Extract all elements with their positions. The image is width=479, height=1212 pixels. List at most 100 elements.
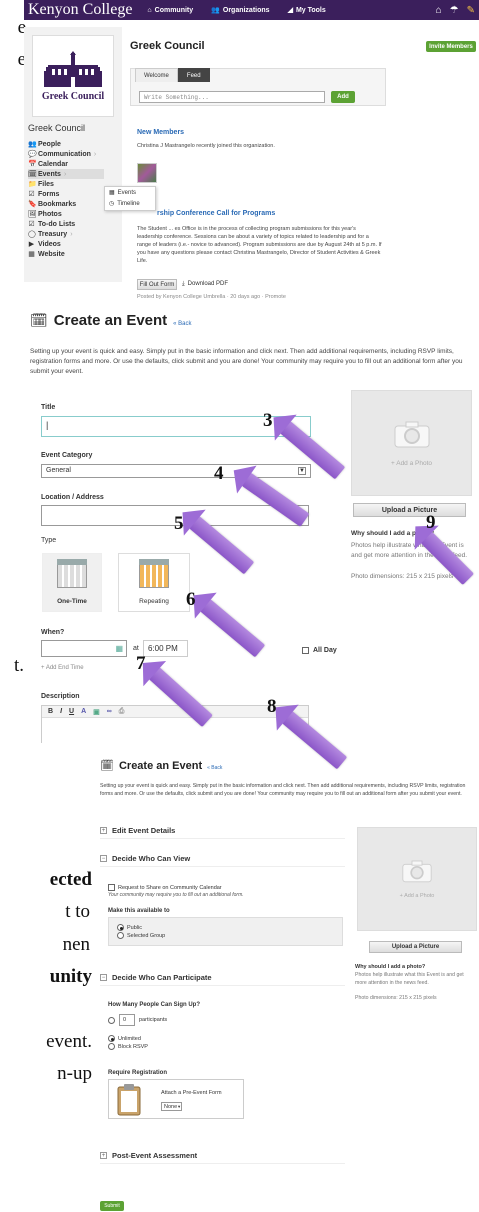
form-icon: ☑	[28, 191, 35, 198]
new-members-heading[interactable]: New Members	[137, 129, 184, 136]
category-select[interactable]: General ▼	[41, 464, 311, 478]
org-sidebar: Greek Council Greek Council 👥 People 💬 Com…	[24, 27, 122, 282]
sidebar-item-label: Website	[38, 250, 65, 258]
availability-label: Make this available to	[108, 908, 170, 914]
bank-icon[interactable]: ⌂	[436, 5, 442, 16]
back-link[interactable]: « Back	[207, 765, 222, 771]
sidebar-item-label: Forms	[38, 190, 60, 198]
text-color-button[interactable]: A	[81, 708, 86, 715]
back-link[interactable]: « Back	[173, 321, 191, 327]
radio-selected[interactable]	[117, 924, 124, 931]
at-label: at	[133, 645, 139, 652]
share-calendar-checkbox[interactable]: Request to Share on Community Calendar	[108, 884, 222, 891]
sidebar-item-treasury[interactable]: ◯ Treasury ›	[28, 229, 122, 239]
section-decide-participate[interactable]: − Decide Who Can Participate	[100, 970, 345, 986]
add-end-time-link[interactable]: + Add End Time	[41, 665, 84, 671]
photo-dimensions: Photo dimensions: 215 x 215 pixels	[355, 995, 437, 1001]
participant-limit[interactable]: 0 participants	[108, 1014, 167, 1026]
photo-placeholder[interactable]: + Add a Photo	[351, 390, 472, 496]
group-icon: 👥	[211, 7, 220, 14]
umbrella-icon[interactable]: ☂	[450, 5, 459, 16]
add-post-button[interactable]: Add	[331, 91, 355, 103]
member-avatar[interactable]	[137, 163, 157, 183]
doc-fragment: ected	[49, 869, 92, 890]
section-edit-details[interactable]: + Edit Event Details	[100, 823, 345, 839]
radio[interactable]	[108, 1016, 115, 1024]
intro-text: Setting up your event is quick and easy.…	[100, 783, 466, 798]
sidebar-item-events[interactable]: 🗓 Events ›	[28, 169, 104, 179]
calendar-icon: 🗓	[100, 760, 114, 772]
post-title[interactable]: rship Conference Call for Programs	[157, 210, 275, 217]
submit-button[interactable]: Submit	[100, 1201, 124, 1211]
compose-input[interactable]: Write Something...	[139, 91, 325, 103]
all-day-checkbox[interactable]: All Day	[302, 647, 337, 654]
chevron-right-icon: ›	[70, 230, 73, 238]
sidebar-item-label: Photos	[38, 210, 62, 218]
sidebar-item-website[interactable]: ▦ Website	[28, 249, 122, 259]
sidebar-item-communication[interactable]: 💬 Communication ›	[28, 149, 122, 159]
type-one-time[interactable]: One-Time	[42, 553, 102, 612]
download-pdf-link[interactable]: ⤓ Download PDF	[182, 281, 228, 288]
doc-fragment: unity	[49, 966, 92, 987]
checklist-icon: ☑	[28, 221, 35, 228]
building-icon	[44, 50, 102, 87]
top-navigation-bar: Kenyon College ⌂ Community 👥 Organizations…	[24, 0, 479, 20]
sidebar-item-todo[interactable]: ☑ To-do Lists	[28, 219, 122, 229]
participant-count-input[interactable]: 0	[119, 1014, 135, 1026]
block-rsvp-radio[interactable]: Block RSVP	[108, 1043, 148, 1050]
radio[interactable]	[117, 932, 124, 939]
marker-3: 3	[263, 410, 273, 431]
flyout-item-timeline[interactable]: ◷ Timeline	[105, 198, 155, 209]
upload-picture-button[interactable]: Upload a Picture	[353, 503, 466, 517]
share-note: Your community may require you to fill o…	[108, 892, 244, 898]
attach-form-select[interactable]: None ▼	[161, 1102, 182, 1111]
photo-placeholder[interactable]: + Add a Photo	[357, 827, 477, 931]
brand-logo[interactable]: Kenyon College	[24, 1, 138, 19]
sidebar-item-label: Events	[38, 170, 61, 178]
new-members-text: Christina J Mastrangelo recently joined …	[137, 143, 275, 149]
sidebar-item-people[interactable]: 👥 People	[28, 139, 122, 149]
nav-my-tools[interactable]: ◢ My Tools	[279, 6, 335, 15]
checkbox[interactable]	[108, 884, 115, 891]
photo-dimensions: Photo dimensions: 215 x 215 pixels	[351, 573, 454, 580]
calendar-picker-icon[interactable]: ▦	[115, 644, 123, 653]
expand-icon: +	[100, 827, 107, 834]
section-post-event[interactable]: + Post-Event Assessment	[100, 1148, 345, 1164]
tab-feed[interactable]: Feed	[177, 68, 210, 82]
bold-button[interactable]: B	[48, 708, 53, 715]
repeat-calendar-icon	[139, 559, 169, 588]
flyout-item-events[interactable]: ▦ Events	[105, 187, 155, 198]
sidebar-item-calendar[interactable]: 📅 Calendar	[28, 159, 122, 169]
print-button[interactable]: ⎙	[119, 708, 125, 716]
fill-out-form-button[interactable]: Fill Out Form	[137, 279, 177, 290]
invite-members-button[interactable]: Invite Members	[426, 41, 476, 52]
tab-welcome[interactable]: Welcome	[135, 68, 178, 82]
section-decide-view[interactable]: − Decide Who Can View	[100, 851, 345, 867]
date-input[interactable]: ▦	[41, 640, 127, 657]
upload-picture-button[interactable]: Upload a Picture	[369, 941, 462, 953]
pencil-icon[interactable]: ✎	[467, 5, 475, 16]
radio[interactable]	[108, 1043, 115, 1050]
nav-organizations[interactable]: 👥 Organizations	[202, 6, 278, 15]
public-radio[interactable]: Public	[117, 924, 342, 931]
image-button[interactable]: ▣	[93, 708, 100, 716]
sidebar-item-videos[interactable]: ▶ Videos	[28, 239, 122, 249]
collapse-icon: −	[100, 855, 107, 862]
unlimited-radio[interactable]: Unlimited	[108, 1035, 141, 1042]
link-button[interactable]: ∞	[107, 708, 112, 715]
chat-icon: 💬	[28, 151, 37, 158]
underline-button[interactable]: U	[69, 708, 74, 715]
create-event-header: 🗓 Create an Event « Back	[30, 312, 192, 329]
doc-fragment: t.	[13, 655, 24, 676]
radio-selected[interactable]	[108, 1035, 115, 1042]
tools-icon: ◢	[287, 7, 293, 14]
sidebar-item-label: People	[38, 140, 61, 148]
italic-button[interactable]: I	[60, 708, 62, 715]
doc-fragment: n-up	[57, 1063, 92, 1084]
type-repeating[interactable]: Repeating	[118, 553, 190, 612]
selected-group-radio[interactable]: Selected Group	[117, 932, 342, 939]
checkbox[interactable]	[302, 647, 309, 654]
when-label: When?	[41, 629, 65, 636]
nav-community[interactable]: ⌂ Community	[138, 7, 202, 14]
calendar-icon: 📅	[28, 161, 37, 168]
